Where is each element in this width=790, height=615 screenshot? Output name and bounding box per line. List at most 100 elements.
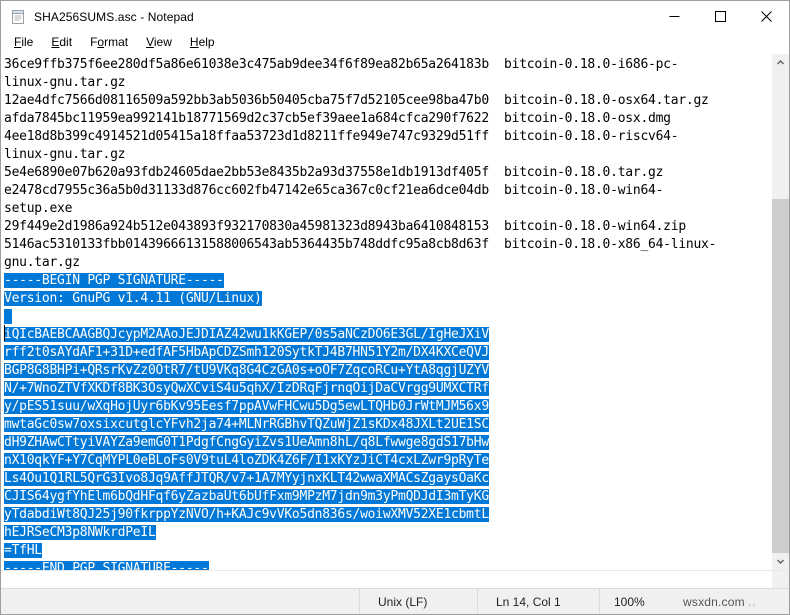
editor-line: 29f449e2d1986a924b512e043893f932170830a4… — [4, 218, 771, 236]
menu-item-format[interactable]: Format — [81, 34, 137, 52]
menu-item-view[interactable]: View — [137, 34, 181, 52]
plain-text: 5146ac5310133fbb01439666131588006543ab53… — [4, 237, 717, 252]
plain-text: 29f449e2d1986a924b512e043893f932170830a4… — [4, 219, 686, 234]
vertical-scrollbar[interactable] — [771, 54, 789, 570]
status-zoom-level: 100% — [599, 589, 671, 614]
plain-text: linux-gnu.tar.gz — [4, 75, 126, 90]
minimize-button[interactable] — [651, 1, 697, 32]
scrollbar-corner — [772, 571, 789, 588]
selected-text: -----END PGP SIGNATURE----- — [4, 561, 209, 570]
menu-item-edit[interactable]: Edit — [42, 34, 81, 52]
title-bar[interactable]: SHA256SUMS.asc - Notepad — [1, 1, 789, 33]
menu-item-help-rest: elp — [198, 35, 215, 49]
selected-text: nX10qkYF+Y7CqMYPL0eBLoFs0V9tuL4loZDK4Z6F… — [4, 453, 489, 468]
horizontal-scrollbar-row — [1, 570, 789, 588]
selected-text: -----BEGIN PGP SIGNATURE----- — [4, 273, 224, 288]
editor-line: gnu.tar.gz — [4, 254, 771, 272]
scrollbar-thumb[interactable] — [772, 198, 789, 553]
watermark: wsxdn.com.. — [671, 589, 789, 614]
editor-line: Version: GnuPG v1.4.11 (GNU/Linux) — [4, 290, 771, 308]
selected-text: =TfHL — [4, 543, 42, 558]
selected-text: BGP8G8BHPi+QRsrKvZz0OtR7/tU9VKq8G4CzGA0s… — [4, 363, 489, 378]
close-button[interactable] — [743, 1, 789, 32]
menu-bar: File Edit Format View Help — [1, 33, 789, 53]
plain-text: afda7845bc11959ea992141b18771569d2c37cb5… — [4, 111, 671, 126]
editor-line: yTdabdiWt8QJ25j90fkrppYzNVO/h+KAJc9vVKo5… — [4, 506, 771, 524]
editor-line: iQIcBAEBCAAGBQJcypM2AAoJEJDIAZ42wu1kKGEP… — [4, 326, 771, 344]
minimize-icon — [669, 16, 679, 17]
scroll-up-button[interactable] — [772, 54, 789, 71]
selected-text: Ls4Ou1Q1RL5QrG3Ivo8Jq9AffJTQR/v7+1A7MYyj… — [4, 471, 489, 486]
plain-text: e2478cd7955c36a5b0d31133d876cc602fb47142… — [4, 183, 664, 198]
plain-text: linux-gnu.tar.gz — [4, 147, 126, 162]
editor-area: 36ce9ffb375f6ee280df5a86e61038e3c475ab9d… — [1, 53, 789, 570]
menu-item-format-rest: rmat — [104, 35, 129, 49]
menu-item-help[interactable]: Help — [181, 34, 224, 52]
editor-line: hEJRSeCM3p8NWkrdPeIL — [4, 524, 771, 542]
text-editor[interactable]: 36ce9ffb375f6ee280df5a86e61038e3c475ab9d… — [1, 54, 771, 570]
editor-line — [4, 308, 771, 326]
watermark-dots: .. — [747, 594, 757, 609]
editor-line: Ls4Ou1Q1RL5QrG3Ivo8Jq9AffJTQR/v7+1A7MYyj… — [4, 470, 771, 488]
selected-text: N/+7WnoZTVfXKDf8BK3OsyQwXCviS4u5qhX/IzDR… — [4, 381, 489, 396]
editor-line: CJIS64ygfYhElm6bQdHFqf6yZazbaUt6bUfFxm9M… — [4, 488, 771, 506]
editor-line: -----END PGP SIGNATURE----- — [4, 560, 771, 570]
editor-line: 5146ac5310133fbb01439666131588006543ab53… — [4, 236, 771, 254]
editor-line: rff2t0sAYdAF1+31D+edfAF5HbApCDZSmh120Syt… — [4, 344, 771, 362]
selected-text: dH9ZHAwCTtyiVAYZa9emG0T1PdgfCngGyiZvs1Ue… — [4, 435, 489, 450]
editor-line: linux-gnu.tar.gz — [4, 74, 771, 92]
close-icon — [760, 11, 772, 22]
plain-text: 36ce9ffb375f6ee280df5a86e61038e3c475ab9d… — [4, 57, 679, 72]
menu-item-file-rest: ile — [21, 35, 34, 49]
menu-item-view-rest: iew — [153, 35, 172, 49]
selected-text: yTdabdiWt8QJ25j90fkrppYzNVO/h+KAJc9vVKo5… — [4, 507, 489, 522]
menu-item-file[interactable]: File — [5, 34, 42, 52]
editor-line: afda7845bc11959ea992141b18771569d2c37cb5… — [4, 110, 771, 128]
plain-text: 4ee18d8b399c4914521d05415a18ffaa53723d1d… — [4, 129, 679, 144]
editor-line: 5e4e6890e07b620a93fdb24605dae2bb53e8435b… — [4, 164, 771, 182]
editor-line: dH9ZHAwCTtyiVAYZa9emG0T1PdgfCngGyiZvs1Ue… — [4, 434, 771, 452]
plain-text: 5e4e6890e07b620a93fdb24605dae2bb53e8435b… — [4, 165, 664, 180]
editor-line: linux-gnu.tar.gz — [4, 146, 771, 164]
text-caret — [4, 325, 5, 341]
plain-text: 12ae4dfc7566d08116509a592bb3ab5036b50405… — [4, 93, 709, 108]
selected-text — [4, 309, 12, 324]
status-bar: Unix (LF) Ln 14, Col 1 100% wsxdn.com.. — [1, 588, 789, 614]
selected-text: iQIcBAEBCAAGBQJcypM2AAoJEJDIAZ42wu1kKGEP… — [4, 327, 489, 342]
editor-line: y/pES51suu/wXqHojUyr6bKv95Eesf7ppAVwFHCw… — [4, 398, 771, 416]
chevron-up-icon — [777, 60, 784, 65]
status-encoding: Unix (LF) — [359, 589, 477, 614]
selected-text: mwtaGc0sw7oxsixcutglcYFvh2ja74+MLNrRGBhv… — [4, 417, 489, 432]
selected-text: hEJRSeCM3p8NWkrdPeIL — [4, 525, 156, 540]
editor-line: nX10qkYF+Y7CqMYPL0eBLoFs0V9tuL4loZDK4Z6F… — [4, 452, 771, 470]
window-controls — [651, 1, 789, 32]
scroll-down-button[interactable] — [772, 553, 789, 570]
notepad-icon — [10, 9, 26, 25]
editor-line: setup.exe — [4, 200, 771, 218]
plain-text: setup.exe — [4, 201, 73, 216]
window-title: SHA256SUMS.asc - Notepad — [34, 9, 194, 24]
maximize-icon — [714, 11, 726, 22]
status-line-column: Ln 14, Col 1 — [477, 589, 599, 614]
maximize-button[interactable] — [697, 1, 743, 32]
editor-line: BGP8G8BHPi+QRsrKvZz0OtR7/tU9VKq8G4CzGA0s… — [4, 362, 771, 380]
selected-text: rff2t0sAYdAF1+31D+edfAF5HbApCDZSmh120Syt… — [4, 345, 489, 360]
editor-line: -----BEGIN PGP SIGNATURE----- — [4, 272, 771, 290]
menu-item-edit-rest: dit — [59, 35, 73, 49]
selected-text: CJIS64ygfYhElm6bQdHFqf6yZazbaUt6bUfFxm9M… — [4, 489, 489, 504]
selected-text: y/pES51suu/wXqHojUyr6bKv95Eesf7ppAVwFHCw… — [4, 399, 489, 414]
horizontal-scrollbar[interactable] — [1, 571, 772, 588]
editor-line: 12ae4dfc7566d08116509a592bb3ab5036b50405… — [4, 92, 771, 110]
status-spacer — [1, 589, 359, 614]
plain-text: gnu.tar.gz — [4, 255, 80, 270]
watermark-text: wsxdn.com — [683, 594, 745, 609]
editor-line: e2478cd7955c36a5b0d31133d876cc602fb47142… — [4, 182, 771, 200]
notepad-window: SHA256SUMS.asc - Notepad File Edit Forma… — [0, 0, 790, 615]
editor-line: N/+7WnoZTVfXKDf8BK3OsyQwXCviS4u5qhX/IzDR… — [4, 380, 771, 398]
editor-line: mwtaGc0sw7oxsixcutglcYFvh2ja74+MLNrRGBhv… — [4, 416, 771, 434]
editor-line: =TfHL — [4, 542, 771, 560]
editor-line: 4ee18d8b399c4914521d05415a18ffaa53723d1d… — [4, 128, 771, 146]
editor-line: 36ce9ffb375f6ee280df5a86e61038e3c475ab9d… — [4, 56, 771, 74]
chevron-down-icon — [777, 559, 784, 564]
selected-text: Version: GnuPG v1.4.11 (GNU/Linux) — [4, 291, 262, 306]
